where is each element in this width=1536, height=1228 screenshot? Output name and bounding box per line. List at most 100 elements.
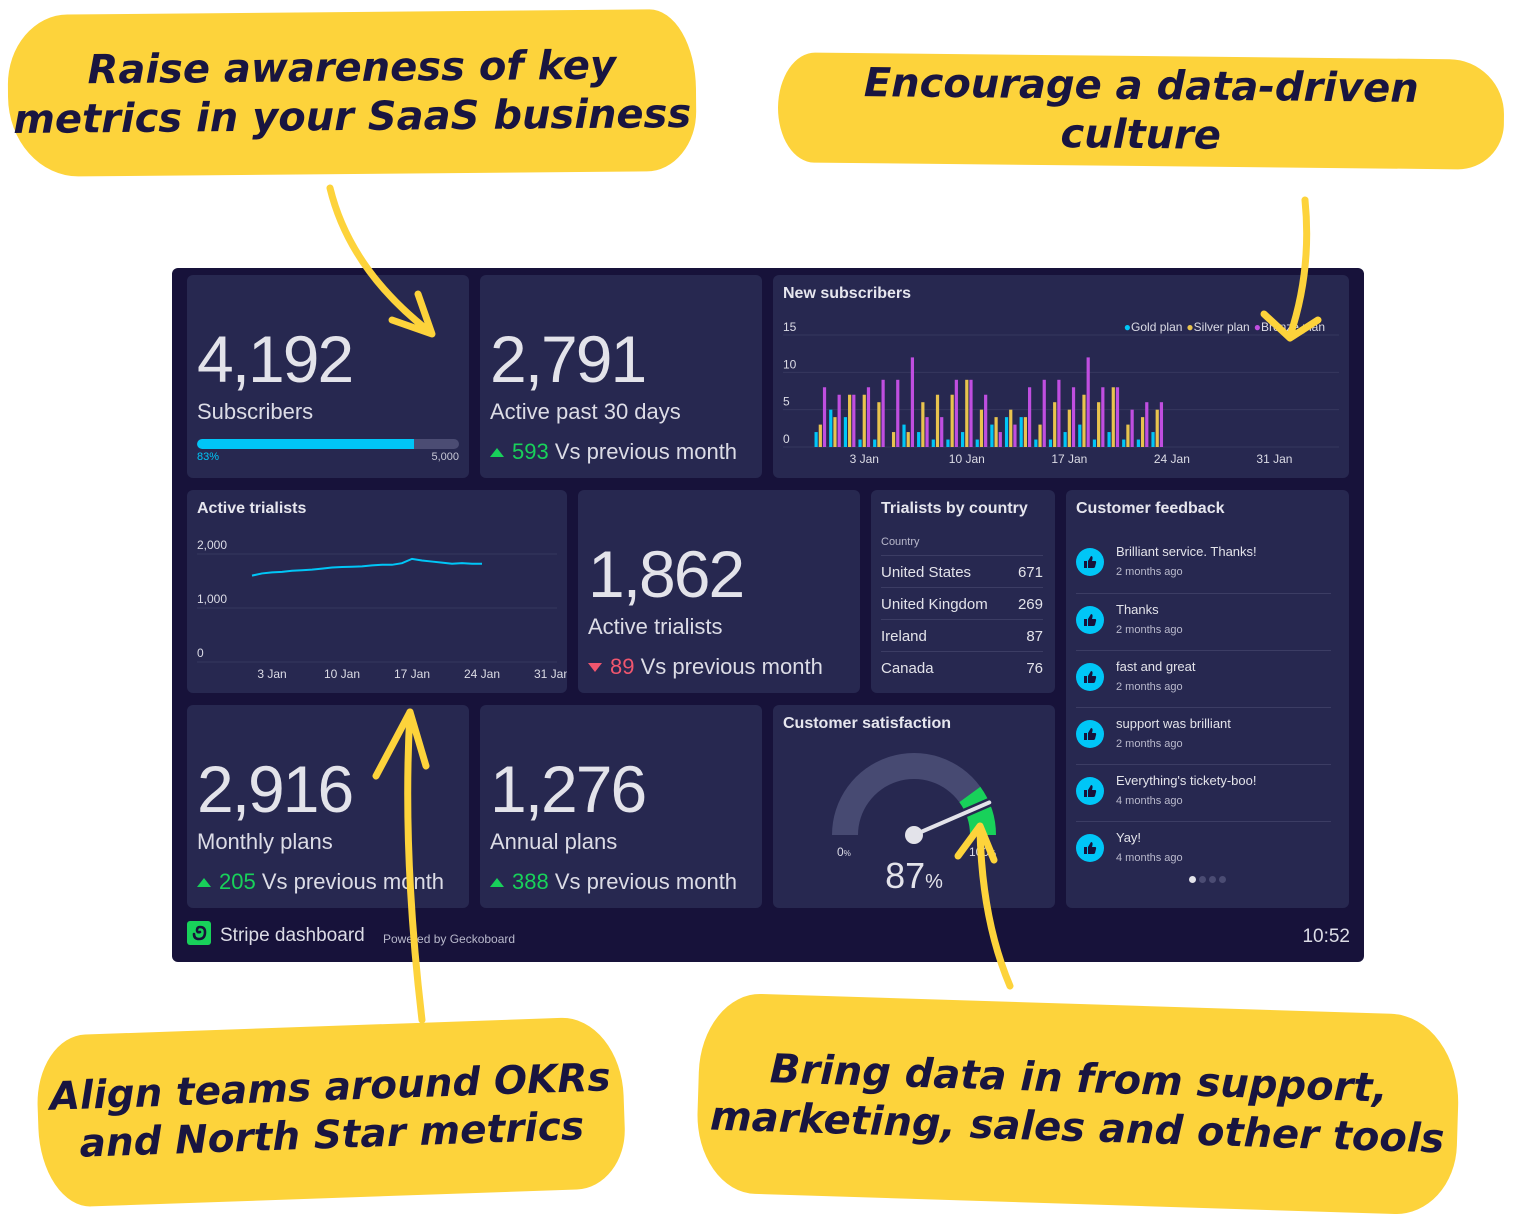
- bar-gold-plan: [1019, 417, 1023, 447]
- gauge-pivot: [905, 826, 923, 844]
- bar-bronze-plan: [822, 387, 827, 447]
- feedback-item[interactable]: fast and great 2 months ago: [1076, 650, 1331, 707]
- bar-bronze-plan: [984, 394, 988, 447]
- tile-customer-satisfaction[interactable]: Customer satisfaction 0% 100% 87%: [773, 705, 1055, 908]
- progress-fill: [197, 439, 415, 449]
- feedback-time: 2 months ago: [1116, 624, 1183, 636]
- tile-monthly-plans[interactable]: 2,916 Monthly plans 205 Vs previous mont…: [187, 705, 469, 908]
- page-dot[interactable]: [1209, 876, 1216, 883]
- bar-bronze-plan: [1042, 379, 1046, 447]
- y-tick-label: 15: [783, 320, 797, 334]
- bar-bronze-plan: [1071, 387, 1076, 447]
- page-dot[interactable]: [1189, 876, 1196, 883]
- country-count: 76: [1026, 659, 1043, 677]
- country-name: United Kingdom: [881, 595, 988, 613]
- bar-bronze-plan: [1145, 402, 1149, 447]
- bar-bronze-plan: [1057, 379, 1061, 447]
- delta-value: 205: [219, 869, 256, 894]
- trialists-line: [251, 557, 482, 577]
- tile-annual-plans[interactable]: 1,276 Annual plans 388 Vs previous month: [480, 705, 762, 908]
- up-arrow-icon: [197, 877, 211, 887]
- delta-text: Vs previous month: [554, 869, 738, 894]
- country-name: Canada: [881, 659, 934, 677]
- gauge-value: 87%: [885, 855, 943, 896]
- x-tick-label: 17 Jan: [1051, 452, 1087, 466]
- bar-bronze-plan: [1013, 424, 1017, 447]
- bar-bronze-plan: [896, 379, 900, 447]
- page-dot[interactable]: [1199, 876, 1206, 883]
- country-count: 269: [1017, 595, 1043, 613]
- tile-customer-feedback[interactable]: Customer feedback Brilliant service. Tha…: [1066, 490, 1349, 908]
- country-count: 87: [1026, 627, 1043, 645]
- pagination-dots[interactable]: [1066, 876, 1349, 883]
- delta-value: 593: [512, 439, 549, 464]
- feedback-title: Customer feedback: [1076, 500, 1225, 517]
- bar-gold-plan: [814, 432, 818, 447]
- page-dot[interactable]: [1219, 876, 1226, 883]
- trialists-delta: 89 Vs previous month: [588, 654, 823, 680]
- feedback-text: Yay!: [1116, 830, 1142, 845]
- tile-active-trialists[interactable]: 1,862 Active trialists 89 Vs previous mo…: [578, 490, 860, 693]
- delta-value: 388: [512, 869, 549, 894]
- tile-new-subscribers[interactable]: New subscribers ●Gold plan ●Silver plan …: [773, 275, 1349, 478]
- feedback-time: 4 months ago: [1116, 852, 1183, 864]
- bar-gold-plan: [843, 417, 848, 447]
- callout-bring-data: Bring data in from support, marketing, sa…: [695, 992, 1461, 1216]
- feedback-item[interactable]: Everything's tickety-boo! 4 months ago: [1076, 764, 1331, 821]
- x-tick-label: 24 Jan: [464, 667, 500, 681]
- delta-text: Vs previous month: [554, 439, 738, 464]
- bar-gold-plan: [1136, 439, 1140, 447]
- callout-line: metrics in your SaaS business: [13, 91, 692, 143]
- delta-text: Vs previous month: [261, 869, 445, 894]
- feedback-item[interactable]: Thanks 2 months ago: [1076, 593, 1331, 650]
- powered-by: Powered by Geckoboard: [383, 932, 516, 946]
- delta-text: Vs previous month: [640, 654, 823, 679]
- feedback-item[interactable]: Brilliant service. Thanks! 2 months ago: [1076, 536, 1331, 592]
- feedback-time: 2 months ago: [1116, 738, 1183, 750]
- bar-silver-plan: [1140, 417, 1145, 447]
- country-title: Trialists by country: [881, 500, 1028, 517]
- subscribers-progress-bar: [197, 439, 459, 449]
- y-tick-label: 0: [197, 646, 204, 660]
- bar-bronze-plan: [1130, 409, 1134, 447]
- thumbs-up-icon: [1076, 720, 1104, 748]
- bar-gold-plan: [1063, 432, 1067, 447]
- bar-gold-plan: [975, 439, 979, 447]
- up-arrow-icon: [490, 447, 504, 457]
- y-tick-label: 1,000: [197, 592, 227, 606]
- y-tick-label: 10: [783, 357, 797, 371]
- feedback-time: 2 months ago: [1116, 681, 1183, 693]
- annual-value: 1,276: [490, 752, 647, 826]
- feedback-text: support was brilliant: [1116, 716, 1231, 731]
- x-tick-label: 3 Jan: [850, 452, 879, 466]
- country-row: Ireland 87: [881, 619, 1043, 652]
- clock: 10:52: [1302, 926, 1350, 947]
- bar-gold-plan: [1107, 432, 1111, 447]
- bar-bronze-plan: [1159, 402, 1164, 447]
- feedback-item[interactable]: Yay! 4 months ago: [1076, 821, 1331, 878]
- bar-silver-plan: [921, 402, 925, 447]
- bar-silver-plan: [935, 394, 940, 447]
- tile-trialists-by-country[interactable]: Trialists by country Country United Stat…: [871, 490, 1055, 693]
- progress-percent: 83%: [197, 451, 220, 463]
- x-tick-label: 10 Jan: [949, 452, 985, 466]
- tile-subscribers[interactable]: 4,192 Subscribers 83% 5,000: [187, 275, 469, 478]
- bar-bronze-plan: [852, 394, 856, 447]
- x-tick-label: 3 Jan: [257, 667, 286, 681]
- country-row: Canada 76: [881, 651, 1043, 684]
- bar-silver-plan: [833, 417, 837, 447]
- trialists-value: 1,862: [588, 537, 745, 611]
- tile-active-trialists-chart[interactable]: Active trialists 0 1,000 2,000 3 Jan 10 Jan 1…: [187, 490, 567, 693]
- bar-bronze-plan: [954, 379, 958, 447]
- up-arrow-icon: [490, 877, 504, 887]
- x-tick-label: 24 Jan: [1154, 452, 1190, 466]
- geckoboard-logo-icon: [187, 921, 211, 945]
- tile-active-past-30-days[interactable]: 2,791 Active past 30 days 593 Vs previou…: [480, 275, 762, 478]
- new-subscribers-chart: 0 5 10 15 3 Jan 10 Jan 17 Jan 24 Jan 31 Jan: [783, 320, 1339, 466]
- down-arrow-icon: [588, 662, 602, 672]
- feedback-item[interactable]: support was brilliant 2 months ago: [1076, 707, 1331, 764]
- bar-bronze-plan: [1101, 387, 1105, 447]
- bar-silver-plan: [848, 394, 852, 447]
- bar-silver-plan: [1067, 409, 1071, 447]
- bar-silver-plan: [1082, 394, 1086, 447]
